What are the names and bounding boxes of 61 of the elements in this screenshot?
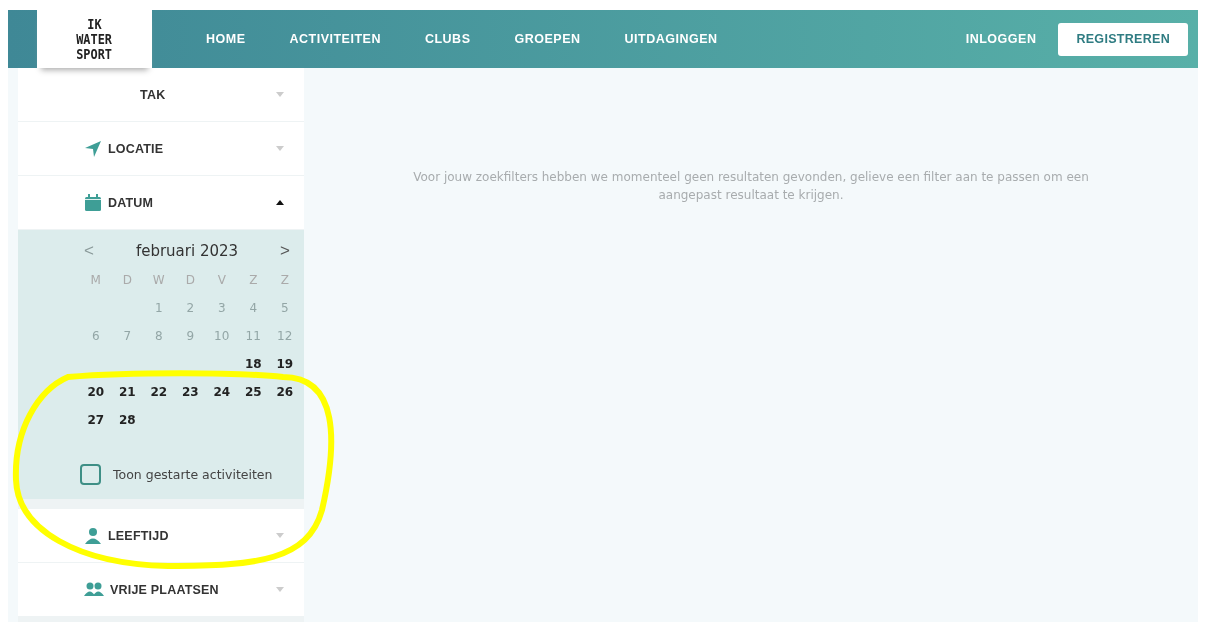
weekday-label: V [216,272,227,289]
weekday-label: Z [248,272,259,289]
empty-results-message: Voor jouw zoekfilters hebben we momenteel geen resultaten gevonden, gelieve een filter aan te passen om een aangepast resultaat te krijgen. [412,169,1090,204]
caret-down-icon [276,146,284,151]
calendar-day[interactable]: 22 [143,378,175,406]
calendar-day[interactable]: 25 [237,378,269,406]
month-title: februari 2023 [135,242,239,260]
calendar-day: 10 [206,322,238,350]
weekday-label: D [121,272,133,289]
filter-header[interactable]: LOCATIE [18,122,304,175]
calendar-day: 9 [174,322,206,350]
calendar-day[interactable]: 27 [80,406,112,434]
calendar-day[interactable]: 26 [269,378,301,406]
calendar-day: 12 [269,322,301,350]
weekday-label: Z [279,272,290,289]
calendar-day: 6 [80,322,112,350]
calendar-day: 5 [269,294,301,322]
filter-label: LOCATIE [108,141,164,156]
calendar-day: 2 [174,294,206,322]
filter-label: DATUM [108,195,154,210]
logo-text: IK [87,16,102,32]
calendar-day: 1 [143,294,175,322]
filter-header[interactable]: TAK [18,68,304,121]
filter-label: TAK [140,87,166,102]
calendar-icon [84,193,102,212]
checkbox[interactable] [80,464,101,485]
calendar-day[interactable]: 24 [206,378,238,406]
filter-header[interactable]: LEEFTIJD [18,509,304,562]
filter-label: VRIJE PLAATSEN [110,582,219,597]
caret-down-icon [276,92,284,97]
navigation-arrow-icon [84,139,102,158]
caret-down-icon [276,533,284,538]
calendar-day: 8 [143,322,175,350]
nav-link[interactable]: HOME [206,32,246,46]
filter-header[interactable]: DATUM [18,176,304,229]
checkbox-label: Toon gestarte activiteiten [113,467,273,482]
logo-text: SPORT [76,46,113,62]
logo[interactable]: IK WATER SPORT [37,10,152,68]
caret-down-icon [276,587,284,592]
calendar-day[interactable]: 21 [111,378,143,406]
register-button[interactable]: REGISTREREN [1058,22,1188,56]
calendar-day[interactable]: 19 [269,350,301,378]
filter-header[interactable]: VRIJE PLAATSEN [18,563,304,616]
weekday-label: M [89,272,102,289]
weekday-label: D [184,272,196,289]
calendar-day: 7 [111,322,143,350]
person-icon [84,526,102,545]
calendar-day: 4 [237,294,269,322]
calendar-day[interactable]: 28 [111,406,143,434]
calendar-day[interactable]: 18 [237,350,269,378]
logo-text: WATER [76,31,113,47]
filter-label: LEEFTIJD [108,528,169,543]
weekday-label: W [151,272,166,289]
calendar-day: 3 [206,294,238,322]
caret-up-icon [276,200,284,205]
calendar-day: 11 [237,322,269,350]
calendar-day[interactable]: 23 [174,378,206,406]
nav-link[interactable]: ACTIVITEITEN [289,32,381,46]
next-month-button[interactable]: > [276,241,294,261]
people-icon [84,580,104,599]
calendar-day[interactable]: 20 [80,378,112,406]
